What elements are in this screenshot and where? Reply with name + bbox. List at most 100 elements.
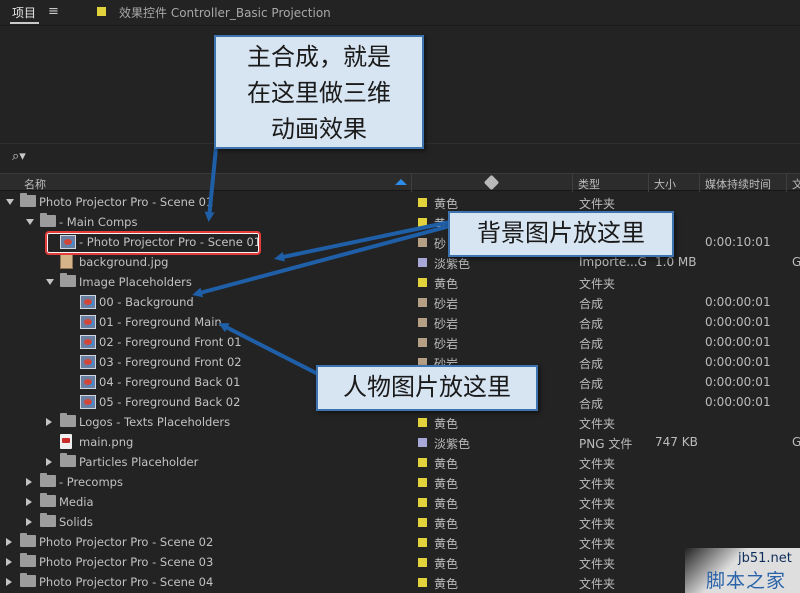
disclosure-triangle-collapsed-icon[interactable] (26, 498, 32, 506)
table-row[interactable]: Photo Projector Pro - Scene 01 黄色 文件夹 (0, 192, 800, 212)
disclosure-triangle-expanded-icon[interactable] (46, 279, 54, 285)
item-label: 黄色 (434, 557, 459, 571)
tab-effect-controls[interactable]: 效果控件 Controller_Basic Projection (119, 4, 331, 21)
item-type: 合成 (579, 317, 604, 331)
table-row[interactable]: Photo Projector Pro - Scene 04 黄色 文件夹 (0, 572, 800, 592)
item-label: 黄色 (434, 517, 459, 531)
disclosure-triangle-expanded-icon[interactable] (6, 199, 14, 205)
table-row[interactable]: main.png 淡紫色 PNG 文件 747 KB G (0, 432, 800, 452)
column-header: 名称 类型 大小 媒体持续时间 文 (0, 173, 800, 192)
column-size-header[interactable]: 大小 (654, 176, 676, 192)
main-comp-highlight (45, 231, 261, 255)
column-extra-header[interactable]: 文 (792, 176, 800, 192)
callout-main-comp-line: 主合成，就是 (247, 43, 391, 71)
table-row[interactable]: Media 黄色 文件夹 (0, 492, 800, 512)
item-name: - Main Comps (59, 215, 138, 229)
disclosure-triangle-collapsed-icon[interactable] (26, 478, 32, 486)
label-color-swatch[interactable] (418, 278, 427, 287)
table-row[interactable]: 00 - Background 砂岩 合成 0:00:00:01 (0, 292, 800, 312)
column-type-header[interactable]: 类型 (578, 176, 600, 192)
table-row[interactable]: Photo Projector Pro - Scene 03 黄色 文件夹 (0, 552, 800, 572)
label-color-swatch[interactable] (418, 458, 427, 467)
composition-icon (80, 395, 96, 409)
label-color-swatch[interactable] (418, 538, 427, 547)
column-divider[interactable] (648, 174, 649, 192)
item-label: 黄色 (434, 197, 459, 211)
item-label: 砂岩 (434, 337, 459, 351)
column-divider[interactable] (411, 174, 412, 192)
item-type: 合成 (579, 337, 604, 351)
item-name: 04 - Foreground Back 01 (99, 375, 241, 389)
column-duration-header[interactable]: 媒体持续时间 (705, 176, 771, 192)
disclosure-triangle-collapsed-icon[interactable] (6, 558, 12, 566)
item-name: 02 - Foreground Front 01 (99, 335, 242, 349)
label-color-swatch[interactable] (418, 438, 427, 447)
column-divider[interactable] (699, 174, 700, 192)
table-row[interactable]: background.jpg 淡紫色 Importe...G 1.0 MB G (0, 252, 800, 272)
item-size: 1.0 MB (655, 255, 697, 269)
item-name: main.png (79, 435, 134, 449)
item-type: 合成 (579, 377, 604, 391)
table-row[interactable]: Image Placeholders 黄色 文件夹 (0, 272, 800, 292)
item-name: Image Placeholders (79, 275, 192, 289)
label-tag-icon[interactable] (483, 174, 500, 191)
table-row[interactable]: Logos - Texts Placeholders 黄色 文件夹 (0, 412, 800, 432)
composition-icon (80, 315, 96, 329)
item-name: 03 - Foreground Front 02 (99, 355, 242, 369)
disclosure-triangle-collapsed-icon[interactable] (6, 538, 12, 546)
callout-main-comp-line: 动画效果 (271, 115, 367, 143)
label-color-swatch[interactable] (418, 498, 427, 507)
item-name: Solids (59, 515, 94, 529)
item-duration: 0:00:00:01 (705, 295, 771, 309)
panel-tab-bar: 项目 ≡ 效果控件 Controller_Basic Projection (0, 0, 800, 26)
table-row[interactable]: 01 - Foreground Main 砂岩 合成 0:00:00:01 (0, 312, 800, 332)
label-color-swatch[interactable] (418, 418, 427, 427)
disclosure-triangle-collapsed-icon[interactable] (46, 418, 52, 426)
watermark-site: jb51.net (738, 551, 792, 566)
disclosure-triangle-collapsed-icon[interactable] (46, 458, 52, 466)
label-color-swatch[interactable] (418, 218, 427, 227)
disclosure-triangle-collapsed-icon[interactable] (6, 578, 12, 586)
table-row[interactable]: Particles Placeholder 黄色 文件夹 (0, 452, 800, 472)
search-icon[interactable]: ⌕▾ (12, 149, 26, 164)
disclosure-triangle-expanded-icon[interactable] (26, 219, 34, 225)
folder-icon (60, 273, 76, 287)
table-row[interactable]: 02 - Foreground Front 01 砂岩 合成 0:00:00:01 (0, 332, 800, 352)
column-divider[interactable] (572, 174, 573, 192)
label-color-swatch[interactable] (418, 238, 427, 247)
column-name-header[interactable]: 名称 (24, 176, 46, 192)
column-divider[interactable] (786, 174, 787, 192)
label-color-swatch[interactable] (418, 558, 427, 567)
callout-main-comp-line: 在这里做三维 (247, 79, 391, 107)
sort-ascending-icon[interactable] (395, 179, 407, 185)
hamburger-menu-icon[interactable]: ≡ (48, 4, 59, 19)
label-color-swatch[interactable] (418, 318, 427, 327)
item-label: 砂 (434, 237, 447, 251)
item-label: 黄色 (434, 497, 459, 511)
label-color-swatch[interactable] (418, 578, 427, 587)
label-color-swatch[interactable] (418, 478, 427, 487)
folder-icon (40, 513, 56, 527)
label-color-swatch[interactable] (418, 198, 427, 207)
table-row[interactable]: Photo Projector Pro - Scene 02 黄色 文件夹 (0, 532, 800, 552)
item-type: 文件夹 (579, 577, 616, 591)
item-name: Media (59, 495, 94, 509)
label-color-swatch[interactable] (418, 338, 427, 347)
item-duration: 0:00:00:01 (705, 355, 771, 369)
label-color-swatch[interactable] (418, 258, 427, 267)
item-type: 文件夹 (579, 537, 616, 551)
item-name: background.jpg (79, 255, 169, 269)
table-row[interactable]: Solids 黄色 文件夹 (0, 512, 800, 532)
label-color-swatch[interactable] (418, 298, 427, 307)
item-name: Photo Projector Pro - Scene 03 (39, 555, 214, 569)
table-row[interactable]: - Main Comps 黄 (0, 212, 800, 232)
table-row[interactable]: - Precomps 黄色 文件夹 (0, 472, 800, 492)
tab-project[interactable]: 项目 (9, 4, 40, 24)
item-duration: 0:00:10:01 (705, 235, 771, 249)
disclosure-triangle-collapsed-icon[interactable] (26, 518, 32, 526)
item-duration: 0:00:00:01 (705, 375, 771, 389)
item-type: 文件夹 (579, 497, 616, 511)
folder-icon (20, 553, 36, 567)
label-color-swatch[interactable] (418, 518, 427, 527)
callout-background: 背景图片放这里 (448, 211, 674, 257)
